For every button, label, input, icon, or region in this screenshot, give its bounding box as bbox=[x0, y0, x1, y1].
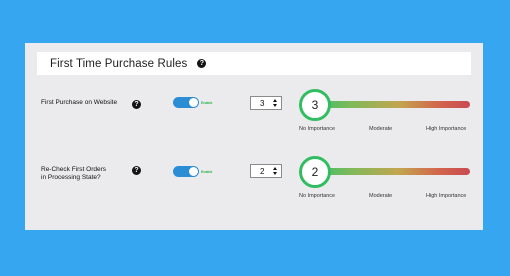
slider-thumb-value: 3 bbox=[311, 98, 319, 112]
importance-slider[interactable]: 3 No Importance Moderate High Importance bbox=[299, 89, 472, 132]
scale-label-high: High Importance bbox=[426, 193, 467, 199]
slider-track[interactable] bbox=[311, 101, 470, 108]
scale-label-low: No Importance bbox=[299, 126, 336, 132]
toggle-label: Enable bbox=[201, 101, 213, 105]
question-icon[interactable]: ? bbox=[132, 166, 141, 175]
importance-stepper[interactable]: 2 bbox=[250, 164, 282, 178]
slider-thumb-value: 2 bbox=[311, 165, 319, 179]
rule-label-line: in Processing State? bbox=[41, 174, 101, 181]
scale-label-low: No Importance bbox=[299, 193, 336, 199]
slider-thumb[interactable]: 2 bbox=[299, 156, 331, 188]
question-icon[interactable]: ? bbox=[197, 59, 207, 68]
toggle-knob bbox=[189, 98, 198, 107]
rule-label: Re-Check First Orders in Processing Stat… bbox=[41, 166, 106, 182]
scale-label-mid: Moderate bbox=[369, 126, 393, 132]
rule-label: First Purchase on Website bbox=[41, 99, 117, 107]
scale-label-high: High Importance bbox=[426, 126, 467, 132]
panel-header: First Time Purchase Rules ? bbox=[37, 52, 471, 75]
toggle-label: Enable bbox=[201, 170, 213, 174]
slider-track[interactable] bbox=[311, 168, 470, 175]
question-icon[interactable]: ? bbox=[132, 100, 141, 109]
slider-thumb[interactable]: 3 bbox=[299, 89, 331, 121]
scale-label-mid: Moderate bbox=[369, 193, 393, 199]
rule-label-line: First Purchase on Website bbox=[41, 99, 118, 106]
rule-row-recheck-processing: Re-Check First Orders in Processing Stat… bbox=[25, 156, 483, 216]
rule-row-first-purchase: First Purchase on Website ? Enable 3 3 N… bbox=[25, 87, 483, 147]
importance-slider[interactable]: 2 No Importance Moderate High Importance bbox=[299, 156, 472, 199]
stepper-value: 2 bbox=[260, 167, 265, 176]
rules-panel: First Time Purchase Rules ? First Purcha… bbox=[25, 43, 483, 230]
importance-stepper[interactable]: 3 bbox=[250, 96, 282, 110]
enable-toggle[interactable] bbox=[173, 97, 199, 108]
rule-label-line: Re-Check First Orders bbox=[41, 166, 107, 173]
panel-title: First Time Purchase Rules bbox=[50, 57, 188, 70]
stepper-arrows-icon[interactable] bbox=[273, 167, 278, 176]
enable-toggle[interactable] bbox=[173, 166, 199, 177]
toggle-knob bbox=[189, 167, 198, 176]
stepper-arrows-icon[interactable] bbox=[273, 99, 278, 108]
stepper-value: 3 bbox=[260, 99, 265, 108]
